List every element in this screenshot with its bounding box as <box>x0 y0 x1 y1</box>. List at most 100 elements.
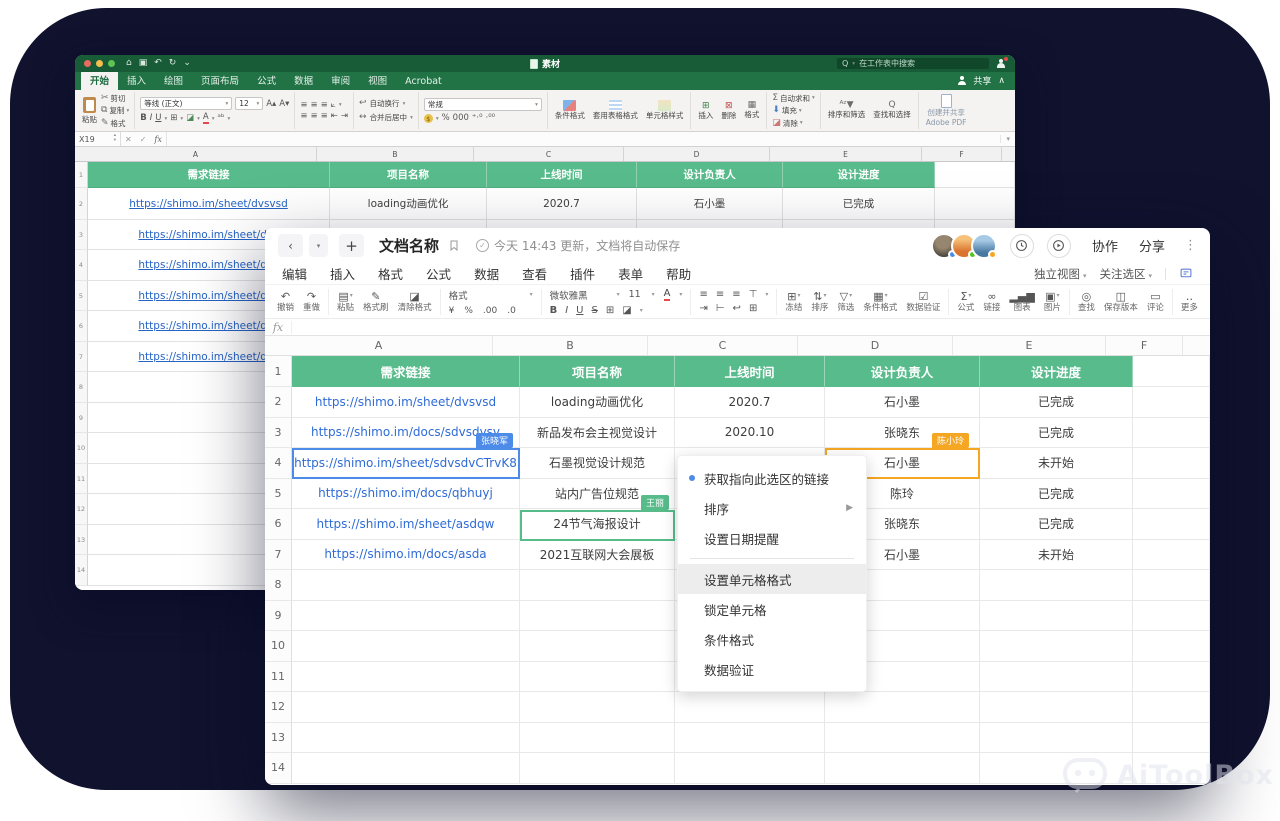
row-number[interactable]: 2 <box>75 188 88 220</box>
paste-button[interactable]: ▤▾粘贴 <box>337 291 354 313</box>
cell-C12[interactable] <box>675 692 825 723</box>
cell-A6[interactable]: https://shimo.im/sheet/asdqw <box>292 509 520 540</box>
cell-B3[interactable]: 新品发布会主视觉设计 <box>520 418 675 449</box>
font-size-select[interactable]: 11▾ <box>629 289 655 300</box>
font-name-select[interactable]: 微软雅黑▾ <box>550 288 620 302</box>
sort-button[interactable]: ⇅▾排序 <box>811 291 828 313</box>
cell-E3[interactable]: 已完成 <box>980 418 1133 449</box>
cell-E5[interactable]: 已完成 <box>980 479 1133 510</box>
cell-A1[interactable]: 需求链接 <box>88 162 330 188</box>
close-window-button[interactable] <box>84 60 91 67</box>
wrap-text-button[interactable]: ↩自动换行▾ <box>359 98 413 109</box>
cell-B7[interactable]: 2021互联网大会展板 <box>520 540 675 571</box>
customize-toolbar-icon[interactable]: ⌄ <box>183 59 191 68</box>
cell-D1[interactable]: 设计负责人 <box>825 356 980 387</box>
column-header-A[interactable]: A <box>75 147 317 161</box>
cell-F1[interactable] <box>1133 356 1210 387</box>
cell-E8[interactable] <box>980 570 1133 601</box>
fill-color-button[interactable]: ◪ <box>622 306 631 316</box>
sort-filter-button[interactable]: ᴬᶻ▼排序和筛选 <box>826 101 868 120</box>
text-wrap-icon[interactable]: ⇥ <box>699 304 707 314</box>
account-icon[interactable] <box>996 59 1006 69</box>
new-document-button[interactable]: + <box>339 234 364 257</box>
cell-F2[interactable] <box>935 188 1015 220</box>
fill-color-button[interactable]: ◪ <box>186 114 194 123</box>
follow-selection-button[interactable]: 关注选区▾ <box>1099 266 1152 282</box>
font-size-select[interactable]: 12▾ <box>235 97 263 110</box>
menu-item-conditional-format[interactable]: 条件格式 <box>678 624 866 654</box>
increase-indent-icon[interactable]: ⇥ <box>341 112 348 121</box>
name-box-spinner[interactable]: ▴▾ <box>114 134 116 144</box>
cell-B9[interactable] <box>520 601 675 632</box>
comments-panel-icon[interactable] <box>1179 267 1193 280</box>
cell-A9[interactable] <box>292 601 520 632</box>
share-button[interactable]: 共享 <box>973 74 991 87</box>
clear-button[interactable]: ◪清除▾ <box>772 118 814 129</box>
zoom-window-button[interactable] <box>108 60 115 67</box>
cell-F11[interactable] <box>1133 662 1210 693</box>
cell-E6[interactable]: 已完成 <box>980 509 1133 540</box>
cell-styles-button[interactable]: 单元格样式 <box>644 100 686 121</box>
cell-F2[interactable] <box>1133 387 1210 418</box>
menu-data[interactable]: 数据 <box>474 264 499 283</box>
cell-C1[interactable]: 上线时间 <box>675 356 825 387</box>
decrease-indent-icon[interactable]: ⇤ <box>331 112 338 121</box>
filter-button[interactable]: ▽▾筛选 <box>837 291 854 313</box>
column-header-C[interactable]: C <box>474 147 624 161</box>
cell-A2[interactable]: https://shimo.im/sheet/dvsvsd <box>292 387 520 418</box>
document-title[interactable]: 文档名称 <box>379 235 439 256</box>
collaborate-button[interactable]: 协作 <box>1092 236 1118 255</box>
cell-B13[interactable] <box>520 723 675 754</box>
format-painter-button[interactable]: ✎格式 <box>101 118 129 129</box>
cell-B14[interactable] <box>520 753 675 784</box>
cell-B2[interactable]: loading动画优化 <box>330 188 487 220</box>
tab-home[interactable]: 开始 <box>81 71 118 90</box>
row-number[interactable]: 1 <box>265 356 292 387</box>
cell-B6[interactable]: 24节气海报设计 <box>520 509 675 540</box>
conditional-formatting-button[interactable]: 条件格式 <box>553 100 587 121</box>
cell-F5[interactable] <box>1133 479 1210 510</box>
menu-item-sort[interactable]: 排序▶ <box>678 493 866 523</box>
menu-edit[interactable]: 编辑 <box>282 264 307 283</box>
row-number[interactable]: 12 <box>75 494 88 525</box>
orientation-icon[interactable]: ⟀ <box>331 101 336 110</box>
cell-B8[interactable] <box>520 570 675 601</box>
formula-bar-expand-icon[interactable]: ▾ <box>1000 135 1015 143</box>
cell-C13[interactable] <box>675 723 825 754</box>
decrease-decimal-button[interactable]: ·⁰⁰ <box>486 114 496 123</box>
row-number[interactable]: 13 <box>75 525 88 555</box>
merge-cells-icon[interactable]: ⊢ <box>716 304 725 314</box>
cell-C1[interactable]: 上线时间 <box>487 162 637 188</box>
format-painter-button[interactable]: ✎格式刷 <box>363 291 389 313</box>
cell-F12[interactable] <box>1133 692 1210 723</box>
menu-formula[interactable]: 公式 <box>426 264 451 283</box>
row-number[interactable]: 4 <box>75 250 88 281</box>
cell-D14[interactable] <box>825 753 980 784</box>
underline-button[interactable]: U <box>155 114 161 123</box>
vertical-align-icon[interactable]: ⊤ <box>749 290 758 300</box>
copy-button[interactable]: ⧉复制▾ <box>101 105 129 116</box>
autosum-button[interactable]: Σ自动求和▾ <box>772 93 814 104</box>
cell-C2[interactable]: 2020.7 <box>675 387 825 418</box>
column-header-C[interactable]: C <box>648 336 798 355</box>
row-number[interactable]: 5 <box>265 479 292 510</box>
row-number[interactable]: 13 <box>265 723 292 754</box>
cell-A1[interactable]: 需求链接 <box>292 356 520 387</box>
cell-B10[interactable] <box>520 631 675 662</box>
row-number[interactable]: 1 <box>75 162 88 188</box>
format-as-table-button[interactable]: 套用表格格式 <box>591 100 640 121</box>
percent-format-button[interactable]: % <box>464 306 473 316</box>
strikethrough-button[interactable]: S <box>591 306 597 316</box>
row-number[interactable]: 9 <box>265 601 292 632</box>
cell-C2[interactable]: 2020.7 <box>487 188 637 220</box>
column-header-E[interactable]: E <box>953 336 1106 355</box>
align-right-icon[interactable]: ≡ <box>732 290 740 300</box>
cell-F9[interactable] <box>1133 601 1210 632</box>
insert-cells-button[interactable]: ⊞插入 <box>696 101 715 121</box>
tab-review[interactable]: 审阅 <box>322 71 359 90</box>
underline-button[interactable]: U <box>576 306 583 316</box>
cell-D12[interactable] <box>825 692 980 723</box>
menu-item-get-link[interactable]: 获取指向此选区的链接 <box>678 463 866 493</box>
column-header-B[interactable]: B <box>317 147 474 161</box>
share-button[interactable]: 分享 <box>1139 236 1165 255</box>
